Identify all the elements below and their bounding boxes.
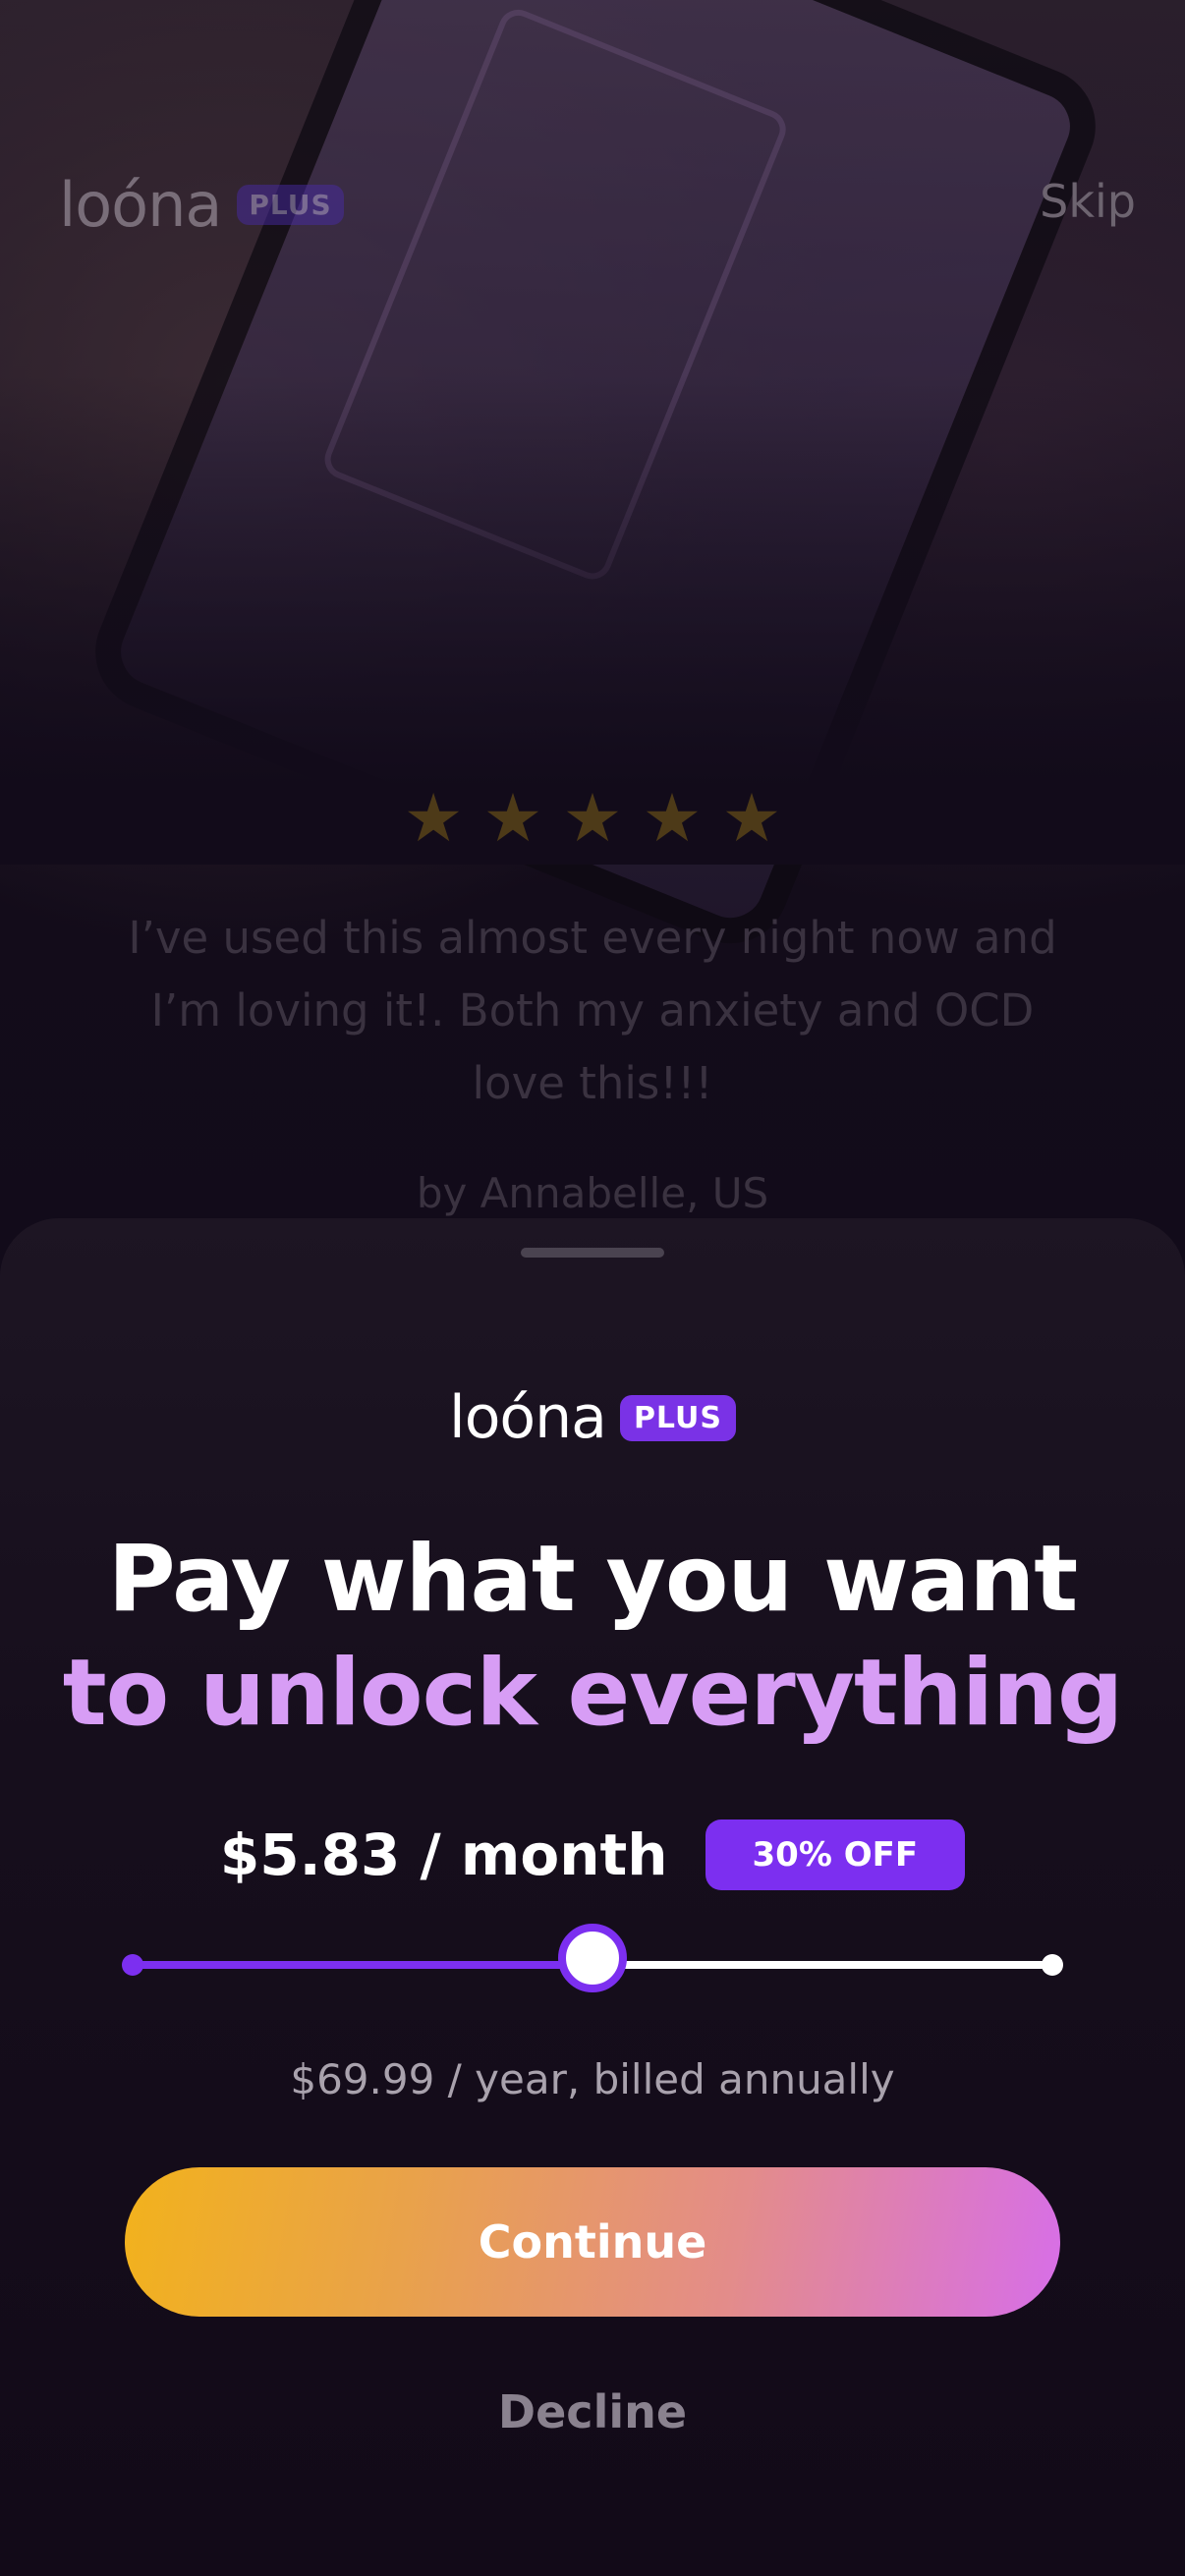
headline-line-1: Pay what you want <box>107 1526 1078 1633</box>
slider-track-fill <box>130 1961 592 1969</box>
billing-text: $69.99 / year, billed annually <box>290 2055 895 2103</box>
star-icon: ★ <box>721 780 782 858</box>
discount-badge: 30% OFF <box>705 1820 966 1890</box>
star-icon: ★ <box>562 780 623 858</box>
headline-line-2: to unlock everything <box>62 1640 1124 1747</box>
star-icon: ★ <box>403 780 464 858</box>
logo-wordmark: loóna <box>59 169 222 241</box>
header-logo: loóna PLUS <box>59 169 344 241</box>
headline: Pay what you want to unlock everything <box>0 1523 1185 1751</box>
logo-wordmark: loóna <box>449 1383 607 1452</box>
review-text: I’ve used this almost every night now an… <box>128 912 1057 1109</box>
price-row: $5.83 / month 30% OFF <box>0 1820 1185 1890</box>
sheet-logo: loóna PLUS <box>0 1383 1185 1452</box>
slider-max-dot <box>1042 1954 1063 1976</box>
rating-stars: ★ ★ ★ ★ ★ <box>0 786 1185 853</box>
sheet-handle[interactable] <box>521 1248 664 1258</box>
decline-button[interactable]: Decline <box>0 2385 1185 2438</box>
monthly-price: $5.83 / month <box>219 1821 668 1888</box>
reviewer-name: by Annabelle, US <box>416 1169 769 1217</box>
slider-min-dot <box>122 1954 143 1976</box>
price-slider[interactable] <box>122 1924 1063 1992</box>
plus-badge: PLUS <box>619 1394 736 1441</box>
paywall-sheet: loóna PLUS Pay what you want to unlock e… <box>0 1218 1185 2576</box>
skip-button[interactable]: Skip <box>1040 175 1136 228</box>
star-icon: ★ <box>642 780 703 858</box>
star-icon: ★ <box>482 780 543 858</box>
slider-thumb[interactable] <box>558 1924 627 1992</box>
continue-button[interactable]: Continue <box>125 2167 1060 2317</box>
plus-badge: PLUS <box>237 185 344 225</box>
